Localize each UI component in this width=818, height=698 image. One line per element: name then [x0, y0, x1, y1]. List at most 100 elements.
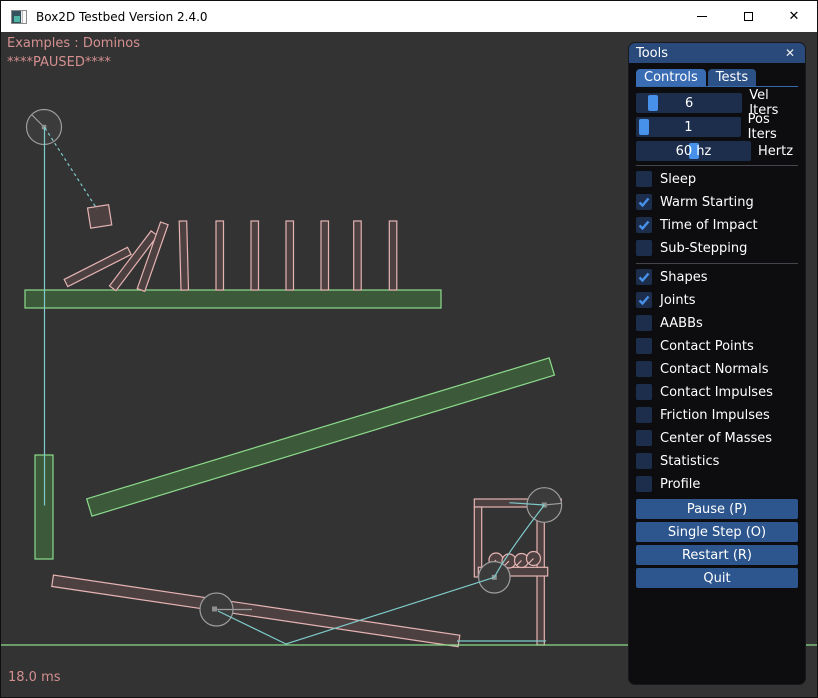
tools-panel-title: Tools — [636, 46, 668, 61]
checkbox-box[interactable] — [636, 217, 652, 233]
checkbox-label: Sub-Stepping — [660, 241, 747, 256]
checkbox-center-of-masses[interactable]: Center of Masses — [636, 430, 798, 446]
slider-pos-iters[interactable]: 1 — [636, 117, 741, 137]
checkbox-sleep[interactable]: Sleep — [636, 171, 798, 187]
checkbox-box[interactable] — [636, 315, 652, 331]
checkbox-label: Contact Impulses — [660, 385, 773, 400]
slider-value: 1 — [636, 117, 741, 137]
checkbox-label: Joints — [660, 293, 696, 308]
slider-group: 6Vel Iters 1 Pos Iters60 hz Hertz — [636, 93, 798, 161]
checkbox-box[interactable] — [636, 430, 652, 446]
frame-time-label: 18.0 ms — [8, 670, 61, 685]
example-label: Examples : Dominos — [7, 36, 140, 51]
tab-controls[interactable]: Controls — [636, 69, 706, 86]
client-area: Examples : Dominos ****PAUSED**** 18.0 m… — [1, 32, 817, 697]
checkbox-label: Center of Masses — [660, 431, 772, 446]
checkbox-label: AABBs — [660, 316, 703, 331]
checkbox-aabbs[interactable]: AABBs — [636, 315, 798, 331]
checkbox-label: Time of Impact — [660, 218, 758, 233]
window-title: Box2D Testbed Version 2.4.0 — [36, 10, 208, 24]
checkbox-label: Sleep — [660, 172, 696, 187]
checkbox-joints[interactable]: Joints — [636, 292, 798, 308]
tab-tests[interactable]: Tests — [708, 69, 756, 86]
checkbox-label: Contact Normals — [660, 362, 769, 377]
titlebar[interactable]: Box2D Testbed Version 2.4.0 ✕ — [1, 1, 817, 32]
maximize-button[interactable] — [725, 1, 771, 32]
checkbox-box[interactable] — [636, 292, 652, 308]
checkbox-friction-impulses[interactable]: Friction Impulses — [636, 407, 798, 423]
checkbox-box[interactable] — [636, 361, 652, 377]
checkbox-label: Statistics — [660, 454, 719, 469]
checkbox-label: Friction Impulses — [660, 408, 770, 423]
checkbox-box[interactable] — [636, 476, 652, 492]
tools-panel-body: ControlsTests 6Vel Iters 1 Pos Iters60 hz H… — [629, 69, 805, 588]
tools-panel-titlebar[interactable]: Tools ✕ — [629, 43, 805, 63]
scene-shape-rect-pink — [286, 221, 294, 290]
maximize-icon — [744, 12, 753, 21]
checkbox-box[interactable] — [636, 269, 652, 285]
checkbox-profile[interactable]: Profile — [636, 476, 798, 492]
separator — [636, 165, 798, 166]
tab-bar: ControlsTests — [636, 69, 798, 87]
checkbox-label: Contact Points — [660, 339, 754, 354]
scene-shape-rect-pink — [251, 221, 259, 290]
scene-shape-rect-pink — [88, 205, 112, 228]
close-icon: ✕ — [789, 10, 800, 23]
slider-value: 60 hz — [636, 141, 751, 161]
paused-label: ****PAUSED**** — [7, 55, 111, 70]
window-controls: ✕ — [679, 1, 817, 32]
slider-value: 6 — [636, 93, 742, 113]
checkbox-box[interactable] — [636, 240, 652, 256]
checkbox-label: Shapes — [660, 270, 707, 285]
scene-shape-rect-green — [25, 290, 441, 308]
single-step-o-button[interactable]: Single Step (O) — [636, 522, 798, 542]
app-icon — [11, 10, 27, 24]
scene-shape-line-teal — [45, 128, 97, 209]
app-icon-part — [22, 11, 26, 23]
separator — [636, 263, 798, 264]
slider-row-hertz: 60 hz Hertz — [636, 141, 798, 161]
tools-panel: Tools ✕ ControlsTests 6Vel Iters 1 Pos Ite… — [628, 42, 806, 685]
slider-label: Hertz — [758, 144, 793, 159]
minimize-icon — [697, 16, 707, 17]
checkbox-box[interactable] — [636, 384, 652, 400]
check-icon — [636, 217, 652, 233]
checkbox-box[interactable] — [636, 338, 652, 354]
checkbox-label: Warm Starting — [660, 195, 754, 210]
checkbox-time-of-impact[interactable]: Time of Impact — [636, 217, 798, 233]
scene-shape-rect-pink — [321, 221, 329, 290]
quit-button[interactable]: Quit — [636, 568, 798, 588]
checkbox-warm-starting[interactable]: Warm Starting — [636, 194, 798, 210]
app-icon-part — [14, 16, 20, 22]
checkbox-contact-impulses[interactable]: Contact Impulses — [636, 384, 798, 400]
checkbox-statistics[interactable]: Statistics — [636, 453, 798, 469]
scene-shape-rect-pink — [179, 221, 188, 290]
checkbox-box[interactable] — [636, 171, 652, 187]
slider-label: Pos Iters — [748, 112, 798, 142]
checkbox-box[interactable] — [636, 453, 652, 469]
checkbox-area: Sleep Warm Starting Time of Impact Sub-Step… — [636, 171, 798, 492]
check-icon — [636, 292, 652, 308]
panel-close-icon[interactable]: ✕ — [782, 45, 798, 61]
scene-shape-rect-pink — [354, 221, 362, 290]
checkbox-contact-points[interactable]: Contact Points — [636, 338, 798, 354]
checkbox-box[interactable] — [636, 194, 652, 210]
checkbox-label: Profile — [660, 477, 700, 492]
close-button[interactable]: ✕ — [771, 1, 817, 32]
scene-shape-rect-green — [87, 358, 555, 516]
pause-p-button[interactable]: Pause (P) — [636, 499, 798, 519]
action-buttons: Pause (P) Single Step (O) Restart (R) Quit — [636, 499, 798, 588]
scene-shape-rect-pink — [474, 507, 481, 577]
checkbox-sub-stepping[interactable]: Sub-Stepping — [636, 240, 798, 256]
slider-hertz[interactable]: 60 hz — [636, 141, 751, 161]
checkbox-box[interactable] — [636, 407, 652, 423]
slider-vel-iters[interactable]: 6 — [636, 93, 742, 113]
check-icon — [636, 269, 652, 285]
slider-row-vel-iters: 6Vel Iters — [636, 93, 798, 113]
restart-r-button[interactable]: Restart (R) — [636, 545, 798, 565]
checkbox-shapes[interactable]: Shapes — [636, 269, 798, 285]
scene-shape-rect-pink — [216, 221, 224, 290]
checkbox-contact-normals[interactable]: Contact Normals — [636, 361, 798, 377]
check-icon — [636, 194, 652, 210]
minimize-button[interactable] — [679, 1, 725, 32]
